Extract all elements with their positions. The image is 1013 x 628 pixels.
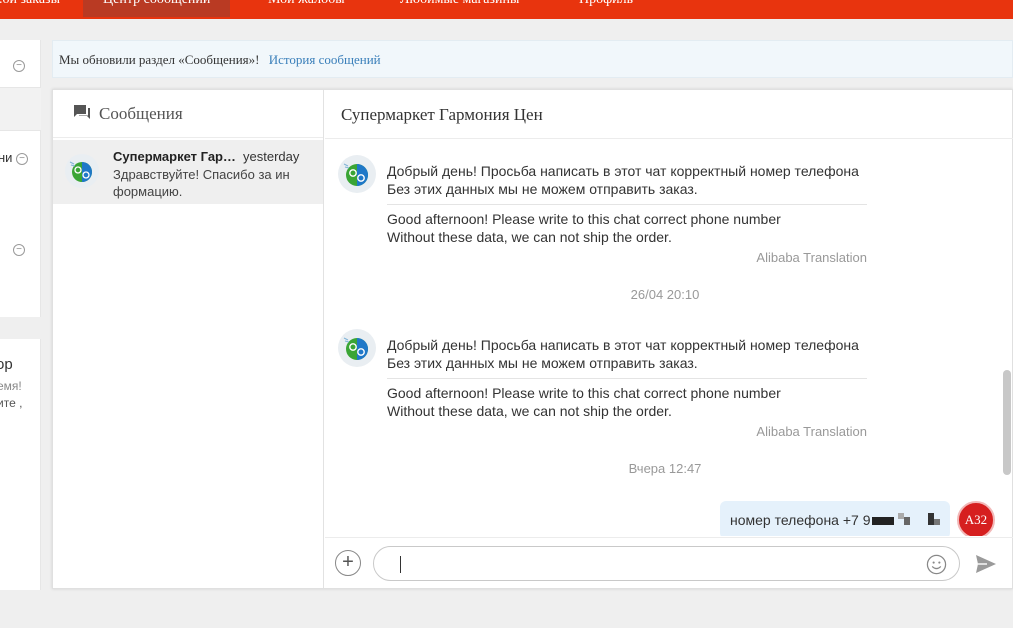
translated-text: Good afternoon! Please write to this cha… xyxy=(387,385,781,401)
translated-text: Good afternoon! Please write to this cha… xyxy=(387,211,781,227)
chat-timestamp: Вчера 12:47 xyxy=(628,461,702,476)
scrollbar[interactable] xyxy=(1003,140,1011,536)
collapse-icon[interactable]: − xyxy=(16,153,28,165)
sidebar-separator xyxy=(0,317,41,339)
collapse-icon[interactable]: − xyxy=(13,244,25,256)
scrollbar-thumb[interactable] xyxy=(1003,370,1011,475)
messages-panel: Сообщения Супермаркет Гармония Цен yeste… xyxy=(52,89,1013,589)
message-text: Без этих данных мы не можем отправить за… xyxy=(387,355,698,371)
shop-logo-icon xyxy=(338,155,376,193)
chat-messages[interactable]: Добрый день! Просьба написать в этот чат… xyxy=(325,140,1013,536)
send-icon[interactable] xyxy=(975,554,997,574)
conversation-item[interactable]: Супермаркет Гармония Цен yesterday Здрав… xyxy=(53,140,323,204)
conversation-preview: Здравствуйте! Спасибо за ин формацию. xyxy=(113,167,290,199)
shop-logo-icon xyxy=(65,154,99,188)
sidebar-partial-text: ите , xyxy=(0,396,23,410)
sidebar-partial-text: ор xyxy=(0,356,13,373)
chat-header: Супермаркет Гармония Цен xyxy=(325,90,1013,139)
nav-item-favorite-stores[interactable]: Любимые магазины xyxy=(400,0,519,8)
smile-icon[interactable] xyxy=(926,554,947,575)
conversation-name: Супермаркет Гармония Цен xyxy=(113,149,239,164)
conversation-list: Сообщения Супермаркет Гармония Цен yeste… xyxy=(53,90,324,588)
sidebar-partial-text: емя! xyxy=(0,379,22,393)
message-input[interactable] xyxy=(373,546,960,581)
nav-item-complaints[interactable]: Мои жалобы xyxy=(268,0,345,8)
message-bubble: Добрый день! Просьба написать в этот чат… xyxy=(387,154,867,265)
nav-item-profile[interactable]: Профиль xyxy=(579,0,633,8)
translated-text: Without these data, we can not ship the … xyxy=(387,403,672,419)
nav-item-orders[interactable]: ...ои заказы xyxy=(0,0,60,8)
translation-credit: Alibaba Translation xyxy=(756,250,867,265)
redacted-block xyxy=(904,517,910,525)
shop-logo-icon xyxy=(338,329,376,367)
chat-title: Супермаркет Гармония Цен xyxy=(341,105,543,124)
conversation-list-title: Сообщения xyxy=(99,104,183,123)
outgoing-message-text: номер телефона +7 9 xyxy=(730,512,871,528)
conversation-list-header: Сообщения xyxy=(53,90,323,138)
plus-icon[interactable]: + xyxy=(335,550,361,576)
translation-divider xyxy=(387,204,867,205)
message-history-link[interactable]: История сообщений xyxy=(269,52,381,67)
top-nav: ...ои заказы Центр сообщений Мои жалобы … xyxy=(0,0,1013,19)
outgoing-message: номер телефона +7 9 xyxy=(720,501,950,536)
sidebar-partial-text: ни xyxy=(0,150,13,165)
sidebar-band xyxy=(0,87,41,131)
chat-area: Супермаркет Гармония Цен Добрый день! Пр… xyxy=(325,90,1013,588)
avatar[interactable]: А32 xyxy=(957,501,995,536)
message-bubble: Добрый день! Просьба написать в этот чат… xyxy=(387,328,867,439)
text-caret xyxy=(400,556,401,573)
translated-text: Without these data, we can not ship the … xyxy=(387,229,672,245)
chat-timestamp: 26/04 20:10 xyxy=(630,287,700,302)
translation-credit: Alibaba Translation xyxy=(756,424,867,439)
message-text: Добрый день! Просьба написать в этот чат… xyxy=(387,337,859,353)
left-sidebar: − ни − − ор емя! ите , xyxy=(0,40,41,590)
nav-item-messages[interactable]: Центр сообщений xyxy=(83,0,231,17)
conversation-time: yesterday xyxy=(243,149,300,164)
translation-divider xyxy=(387,378,867,379)
notice-bar: Мы обновили раздел «Сообщения»! История … xyxy=(52,40,1013,78)
message-text: Добрый день! Просьба написать в этот чат… xyxy=(387,163,859,179)
collapse-icon[interactable]: − xyxy=(13,60,25,72)
message-text: Без этих данных мы не можем отправить за… xyxy=(387,181,698,197)
message-icon xyxy=(74,105,90,119)
redacted-block xyxy=(934,519,940,525)
redacted-block xyxy=(872,517,894,525)
message-composer: + xyxy=(325,537,1013,588)
notice-text: Мы обновили раздел «Сообщения»! xyxy=(59,52,260,67)
